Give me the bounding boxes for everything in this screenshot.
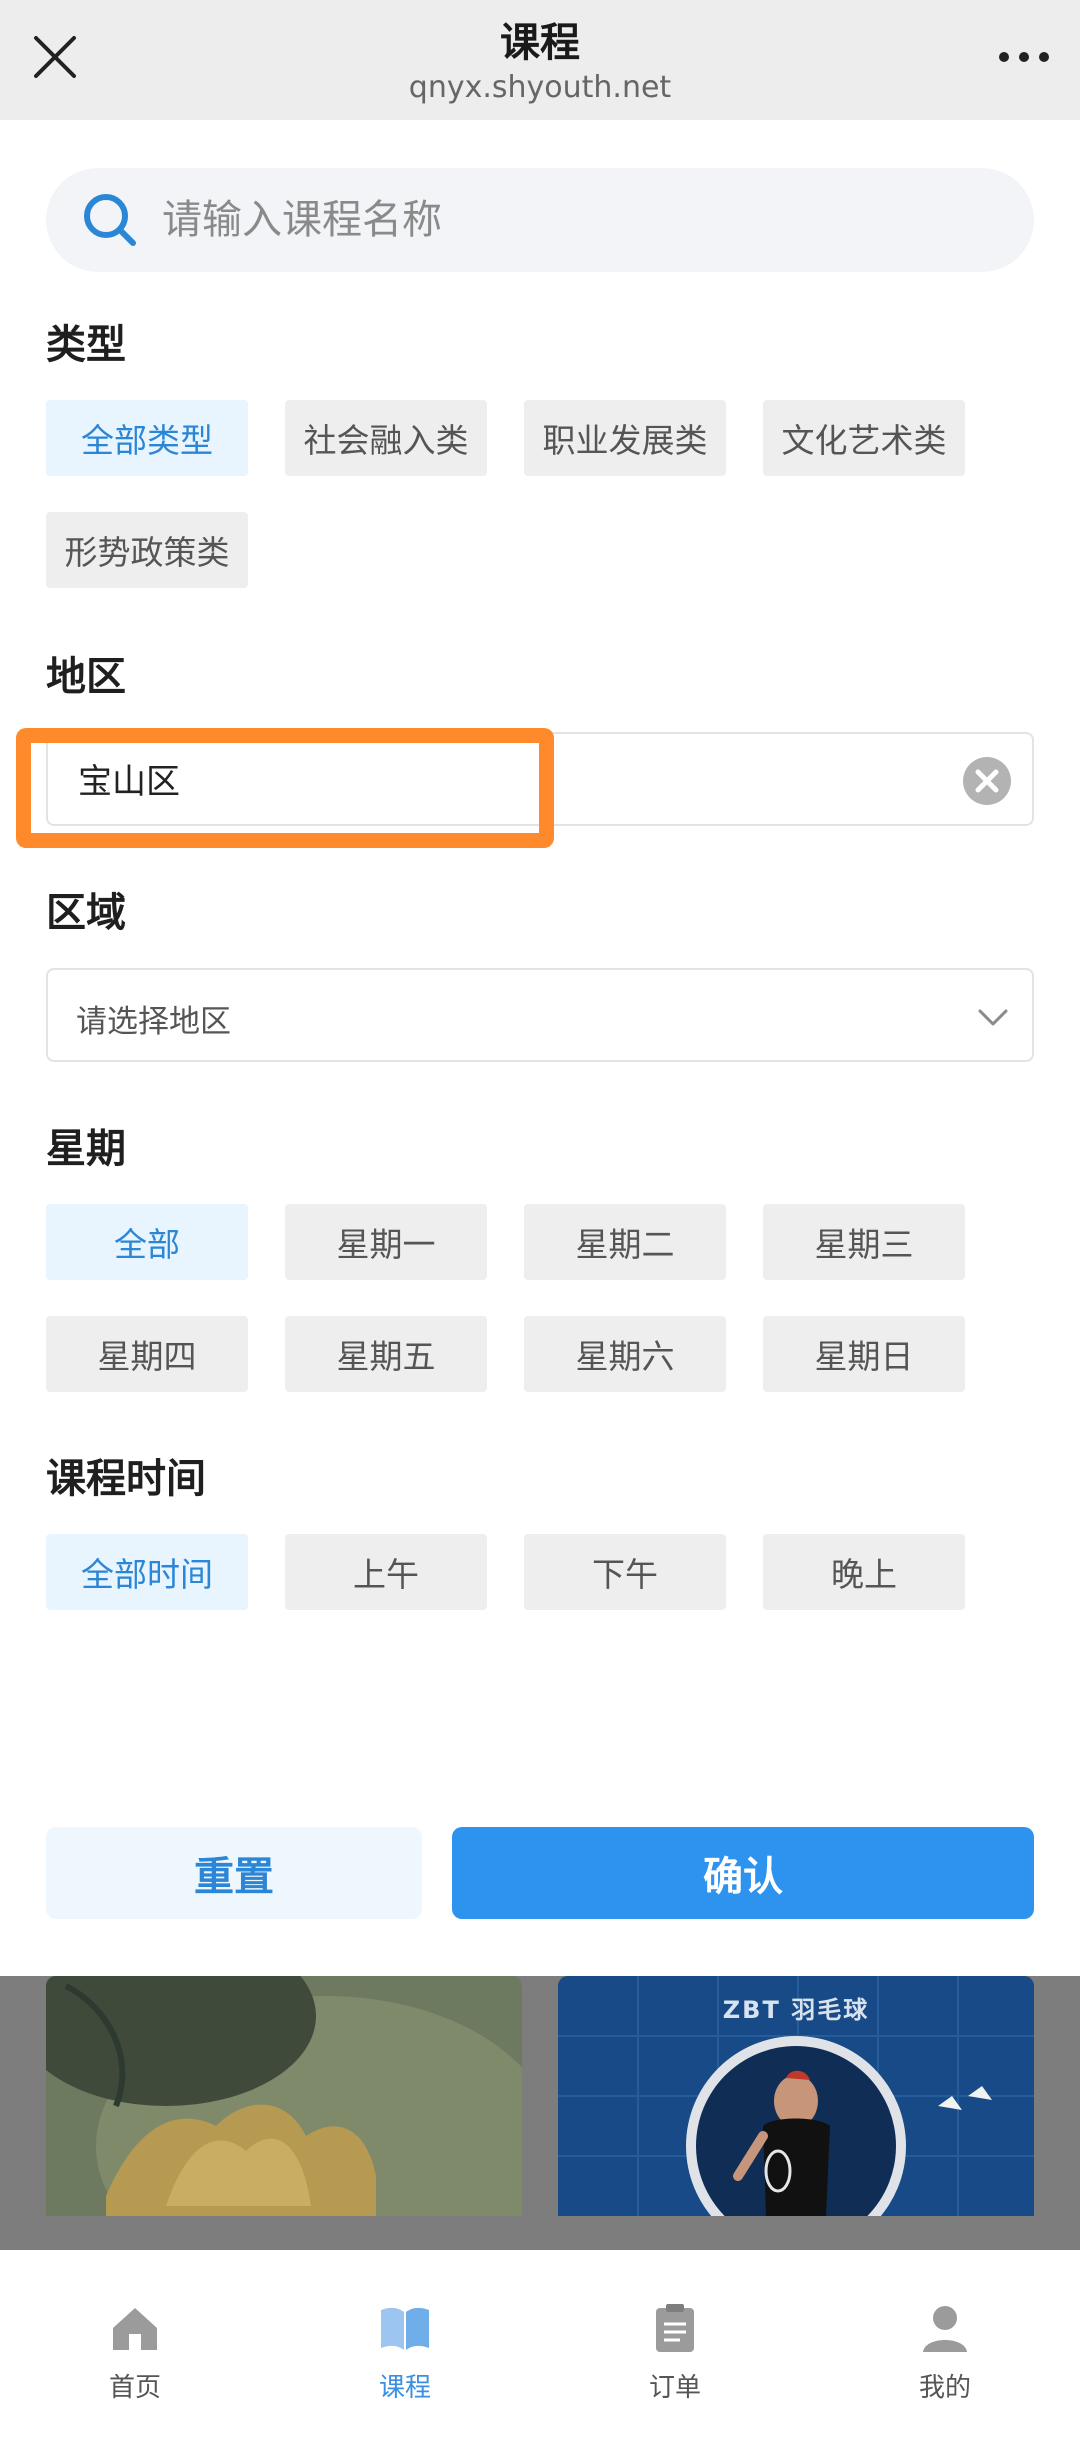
page-domain: qnyx.shyouth.net xyxy=(408,70,672,105)
area-select-placeholder: 请选择地区 xyxy=(76,1004,231,1040)
top-bar: 课程 qnyx.shyouth.net xyxy=(0,0,1080,120)
book-icon xyxy=(377,2300,433,2356)
chip-type-social[interactable]: 社会融入类 xyxy=(285,400,487,476)
chevron-down-icon xyxy=(970,994,1016,1040)
type-section-title: 类型 xyxy=(46,322,126,368)
region-highlight-box xyxy=(16,728,554,848)
chip-time-all[interactable]: 全部时间 xyxy=(46,1534,248,1610)
chip-weekday-mon[interactable]: 星期一 xyxy=(285,1204,487,1280)
nav-label-me: 我的 xyxy=(918,2373,971,2403)
clipboard-icon xyxy=(647,2300,703,2356)
course-card-lotus[interactable] xyxy=(46,1976,522,2216)
chip-weekday-wed[interactable]: 星期三 xyxy=(763,1204,965,1280)
chip-type-career[interactable]: 职业发展类 xyxy=(524,400,726,476)
chip-type-policy[interactable]: 形势政策类 xyxy=(46,512,248,588)
nav-item-me[interactable]: 我的 xyxy=(810,2250,1080,2441)
chip-time-evening[interactable]: 晚上 xyxy=(763,1534,965,1610)
region-section-title: 地区 xyxy=(46,654,126,700)
chip-weekday-sat[interactable]: 星期六 xyxy=(524,1316,726,1392)
area-section-title: 区域 xyxy=(46,890,126,936)
chip-weekday-all[interactable]: 全部 xyxy=(46,1204,248,1280)
chip-weekday-thu[interactable]: 星期四 xyxy=(46,1316,248,1392)
page-title: 课程 xyxy=(500,20,580,66)
search-bar[interactable] xyxy=(46,168,1034,272)
more-icon[interactable] xyxy=(994,30,1054,84)
nav-label-courses: 课程 xyxy=(378,2373,431,2403)
lotus-painting-image xyxy=(46,1976,522,2216)
chip-type-culture[interactable]: 文化艺术类 xyxy=(763,400,965,476)
nav-item-home[interactable]: 首页 xyxy=(0,2250,270,2441)
time-section-title: 课程时间 xyxy=(46,1456,206,1502)
area-select[interactable]: 请选择地区 xyxy=(46,968,1034,1062)
confirm-button[interactable]: 确认 xyxy=(452,1827,1034,1919)
chip-weekday-sun[interactable]: 星期日 xyxy=(763,1316,965,1392)
nav-item-courses[interactable]: 课程 xyxy=(270,2250,540,2441)
home-icon xyxy=(107,2300,163,2356)
search-input[interactable] xyxy=(162,168,1002,272)
app-root: 课程 qnyx.shyouth.net 类型 全部类型 社会融入类 职业发展类 … xyxy=(0,0,1080,2441)
user-icon xyxy=(917,2300,973,2356)
nav-label-orders: 订单 xyxy=(648,2373,701,2403)
search-icon xyxy=(80,190,140,250)
chip-time-afternoon[interactable]: 下午 xyxy=(524,1534,726,1610)
badminton-card-title: ZBT 羽毛球 xyxy=(722,1996,870,2024)
weekday-section-title: 星期 xyxy=(46,1126,126,1172)
chip-weekday-tue[interactable]: 星期二 xyxy=(524,1204,726,1280)
chip-time-morning[interactable]: 上午 xyxy=(285,1534,487,1610)
chip-weekday-fri[interactable]: 星期五 xyxy=(285,1316,487,1392)
reset-button[interactable]: 重置 xyxy=(46,1827,422,1919)
clear-icon[interactable] xyxy=(962,756,1012,806)
nav-label-home: 首页 xyxy=(108,2373,161,2403)
chip-type-all[interactable]: 全部类型 xyxy=(46,400,248,476)
bottom-nav: 首页 课程 订单 我的 xyxy=(0,2250,1080,2441)
nav-item-orders[interactable]: 订单 xyxy=(540,2250,810,2441)
course-card-badminton[interactable]: ZBT 羽毛球 xyxy=(558,1976,1034,2216)
